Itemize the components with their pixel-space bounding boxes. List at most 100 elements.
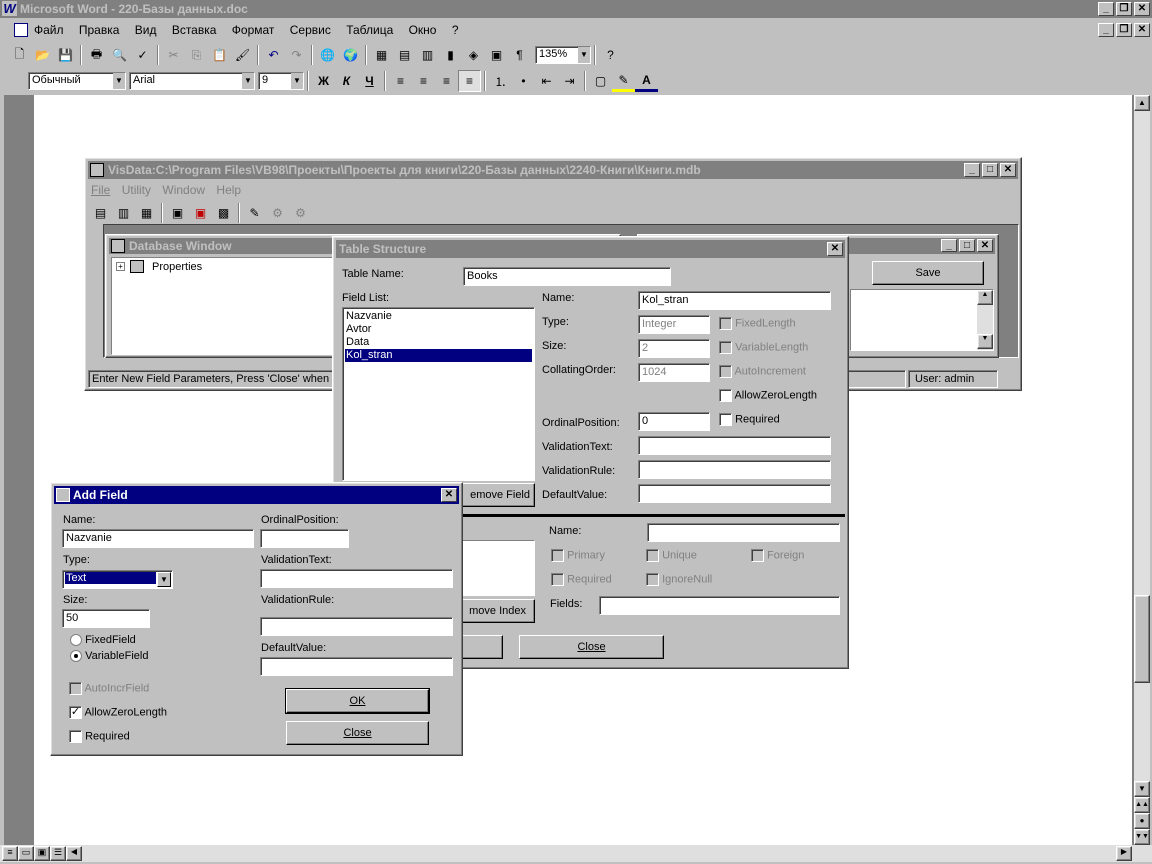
scroll-thumb[interactable] xyxy=(1134,595,1150,683)
field-list-item[interactable]: Nazvanie xyxy=(345,310,532,323)
sql-text[interactable]: ▲ ▼ xyxy=(850,289,994,351)
spelling-icon[interactable]: ✓ xyxy=(131,44,154,66)
allow-zero-length-checkbox[interactable]: AllowZeroLength xyxy=(719,389,817,402)
af-default-value-field[interactable] xyxy=(260,657,453,676)
restore-button[interactable]: ❐ xyxy=(1116,2,1132,16)
visdata-menu-window[interactable]: Window xyxy=(162,183,205,197)
fixed-field-radio[interactable]: FixedField xyxy=(70,634,136,647)
scroll-up-button[interactable]: ▲ xyxy=(1134,95,1150,111)
remove-field-button[interactable]: emove Field xyxy=(453,483,535,507)
borders-icon[interactable]: ▢ xyxy=(589,70,612,92)
justify-icon[interactable]: ≡ xyxy=(458,70,481,92)
index-name-field[interactable] xyxy=(647,523,840,542)
af-allow-zero-checkbox[interactable]: ✓ AllowZeroLength xyxy=(69,706,167,719)
vertical-scrollbar[interactable]: ▲ ▼ ▲▲ ● ▼▼ xyxy=(1134,95,1150,845)
table-name-field[interactable]: Books xyxy=(463,267,671,286)
sql-maximize-button[interactable]: □ xyxy=(959,239,975,252)
rollback-icon[interactable]: ⚙ xyxy=(289,202,312,224)
paste-icon[interactable]: 📋 xyxy=(208,44,231,66)
field-list[interactable]: Nazvanie Avtor Data Kol_stran xyxy=(342,307,535,481)
zoom-select[interactable]: 135% ▼ xyxy=(535,46,591,64)
scroll-right-button[interactable]: ▶ xyxy=(1116,846,1132,861)
select-browse-object-button[interactable]: ● xyxy=(1134,813,1150,829)
web-toolbar-icon[interactable]: 🌍 xyxy=(339,44,362,66)
variable-field-radio[interactable]: VariableField xyxy=(70,650,148,663)
name-field[interactable]: Kol_stran xyxy=(638,291,831,310)
begin-transaction-icon[interactable]: ✎ xyxy=(243,202,266,224)
menu-tools[interactable]: Сервис xyxy=(290,23,331,37)
pilcrow-icon[interactable]: ¶ xyxy=(508,44,531,66)
font-color-icon[interactable]: A xyxy=(635,70,658,92)
validation-rule-field[interactable] xyxy=(638,460,831,479)
default-value-field[interactable] xyxy=(638,484,831,503)
decrease-indent-icon[interactable]: ⇤ xyxy=(535,70,558,92)
visdata-close-button[interactable]: ✕ xyxy=(1000,163,1016,177)
menu-view[interactable]: Вид xyxy=(135,23,157,37)
table-structure-close-button[interactable]: ✕ xyxy=(827,242,843,256)
chevron-down-icon[interactable]: ▼ xyxy=(157,572,171,587)
data-control-icon[interactable]: ▣ xyxy=(166,202,189,224)
close-button[interactable]: ✕ xyxy=(1134,2,1150,16)
menu-help[interactable]: ? xyxy=(452,23,459,37)
visdata-menu-file[interactable]: File xyxy=(91,183,110,197)
af-type-select[interactable]: Text ▼ xyxy=(62,570,173,589)
menu-format[interactable]: Формат xyxy=(232,23,275,37)
columns-icon[interactable]: ▮ xyxy=(439,44,462,66)
expand-icon[interactable]: + xyxy=(116,262,125,271)
required-checkbox[interactable]: Required xyxy=(719,413,780,426)
remove-index-button[interactable]: move Index xyxy=(453,599,535,623)
print-icon[interactable]: 🖶 xyxy=(85,44,108,66)
visdata-maximize-button[interactable]: □ xyxy=(982,163,998,177)
sql-scroll-up[interactable]: ▲ xyxy=(977,290,993,305)
redo-icon[interactable]: ↷ xyxy=(285,44,308,66)
dynaset-type-icon[interactable]: ▥ xyxy=(112,202,135,224)
save-icon[interactable]: 💾 xyxy=(54,44,77,66)
minimize-button[interactable]: _ xyxy=(1098,2,1114,16)
no-data-control-icon[interactable]: ▣ xyxy=(189,202,212,224)
hyperlink-icon[interactable]: 🌐 xyxy=(316,44,339,66)
web-view-button[interactable]: ▭ xyxy=(18,846,34,861)
numbering-icon[interactable]: ⒈ xyxy=(489,70,512,92)
add-field-close-button[interactable]: ✕ xyxy=(441,488,457,502)
increase-indent-icon[interactable]: ⇥ xyxy=(558,70,581,92)
tree-item-properties[interactable]: Properties xyxy=(152,261,202,273)
af-size-field[interactable]: 50 xyxy=(62,609,150,628)
underline-button[interactable]: Ч xyxy=(358,70,381,92)
snapshot-type-icon[interactable]: ▦ xyxy=(135,202,158,224)
horizontal-scrollbar[interactable]: ≡ ▭ ▣ ☰ ◀ ▶ xyxy=(0,845,1152,862)
style-select[interactable]: Обычный ▼ xyxy=(28,72,126,90)
menu-table[interactable]: Таблица xyxy=(346,23,393,37)
scroll-left-button[interactable]: ◀ xyxy=(66,846,82,861)
doc-map-icon[interactable]: ▣ xyxy=(485,44,508,66)
drawing-icon[interactable]: ◈ xyxy=(462,44,485,66)
menu-window[interactable]: Окно xyxy=(409,23,437,37)
af-validation-rule-field[interactable] xyxy=(260,617,453,636)
bullets-icon[interactable]: • xyxy=(512,70,535,92)
doc-minimize-button[interactable]: _ xyxy=(1098,23,1114,37)
sql-minimize-button[interactable]: _ xyxy=(941,239,957,252)
align-left-icon[interactable]: ≡ xyxy=(389,70,412,92)
visdata-menu-help[interactable]: Help xyxy=(216,183,241,197)
font-select[interactable]: Arial ▼ xyxy=(129,72,255,90)
new-icon[interactable]: 🗋 xyxy=(8,44,31,66)
tables-borders-icon[interactable]: ▦ xyxy=(370,44,393,66)
table-type-icon[interactable]: ▤ xyxy=(89,202,112,224)
sql-scrollbar[interactable]: ▲ ▼ xyxy=(977,290,993,350)
open-icon[interactable]: 📂 xyxy=(31,44,54,66)
next-page-button[interactable]: ▼▼ xyxy=(1134,829,1150,845)
sql-scroll-down[interactable]: ▼ xyxy=(977,334,993,349)
format-painter-icon[interactable]: 🖌 xyxy=(231,44,254,66)
visdata-menu-utility[interactable]: Utility xyxy=(122,183,151,197)
bold-button[interactable]: Ж xyxy=(312,70,335,92)
copy-icon[interactable]: ⎘ xyxy=(185,44,208,66)
af-name-field[interactable]: Nazvanie xyxy=(62,529,254,548)
highlight-icon[interactable]: ✎ xyxy=(612,70,635,92)
outline-view-button[interactable]: ☰ xyxy=(50,846,66,861)
menu-insert[interactable]: Вставка xyxy=(172,23,217,37)
save-button[interactable]: Save xyxy=(872,261,984,285)
table-structure-close-action[interactable]: Close xyxy=(519,635,664,659)
ok-button[interactable]: OK xyxy=(285,688,430,714)
align-right-icon[interactable]: ≡ xyxy=(435,70,458,92)
page-view-button[interactable]: ▣ xyxy=(34,846,50,861)
doc-close-button[interactable]: ✕ xyxy=(1134,23,1150,37)
